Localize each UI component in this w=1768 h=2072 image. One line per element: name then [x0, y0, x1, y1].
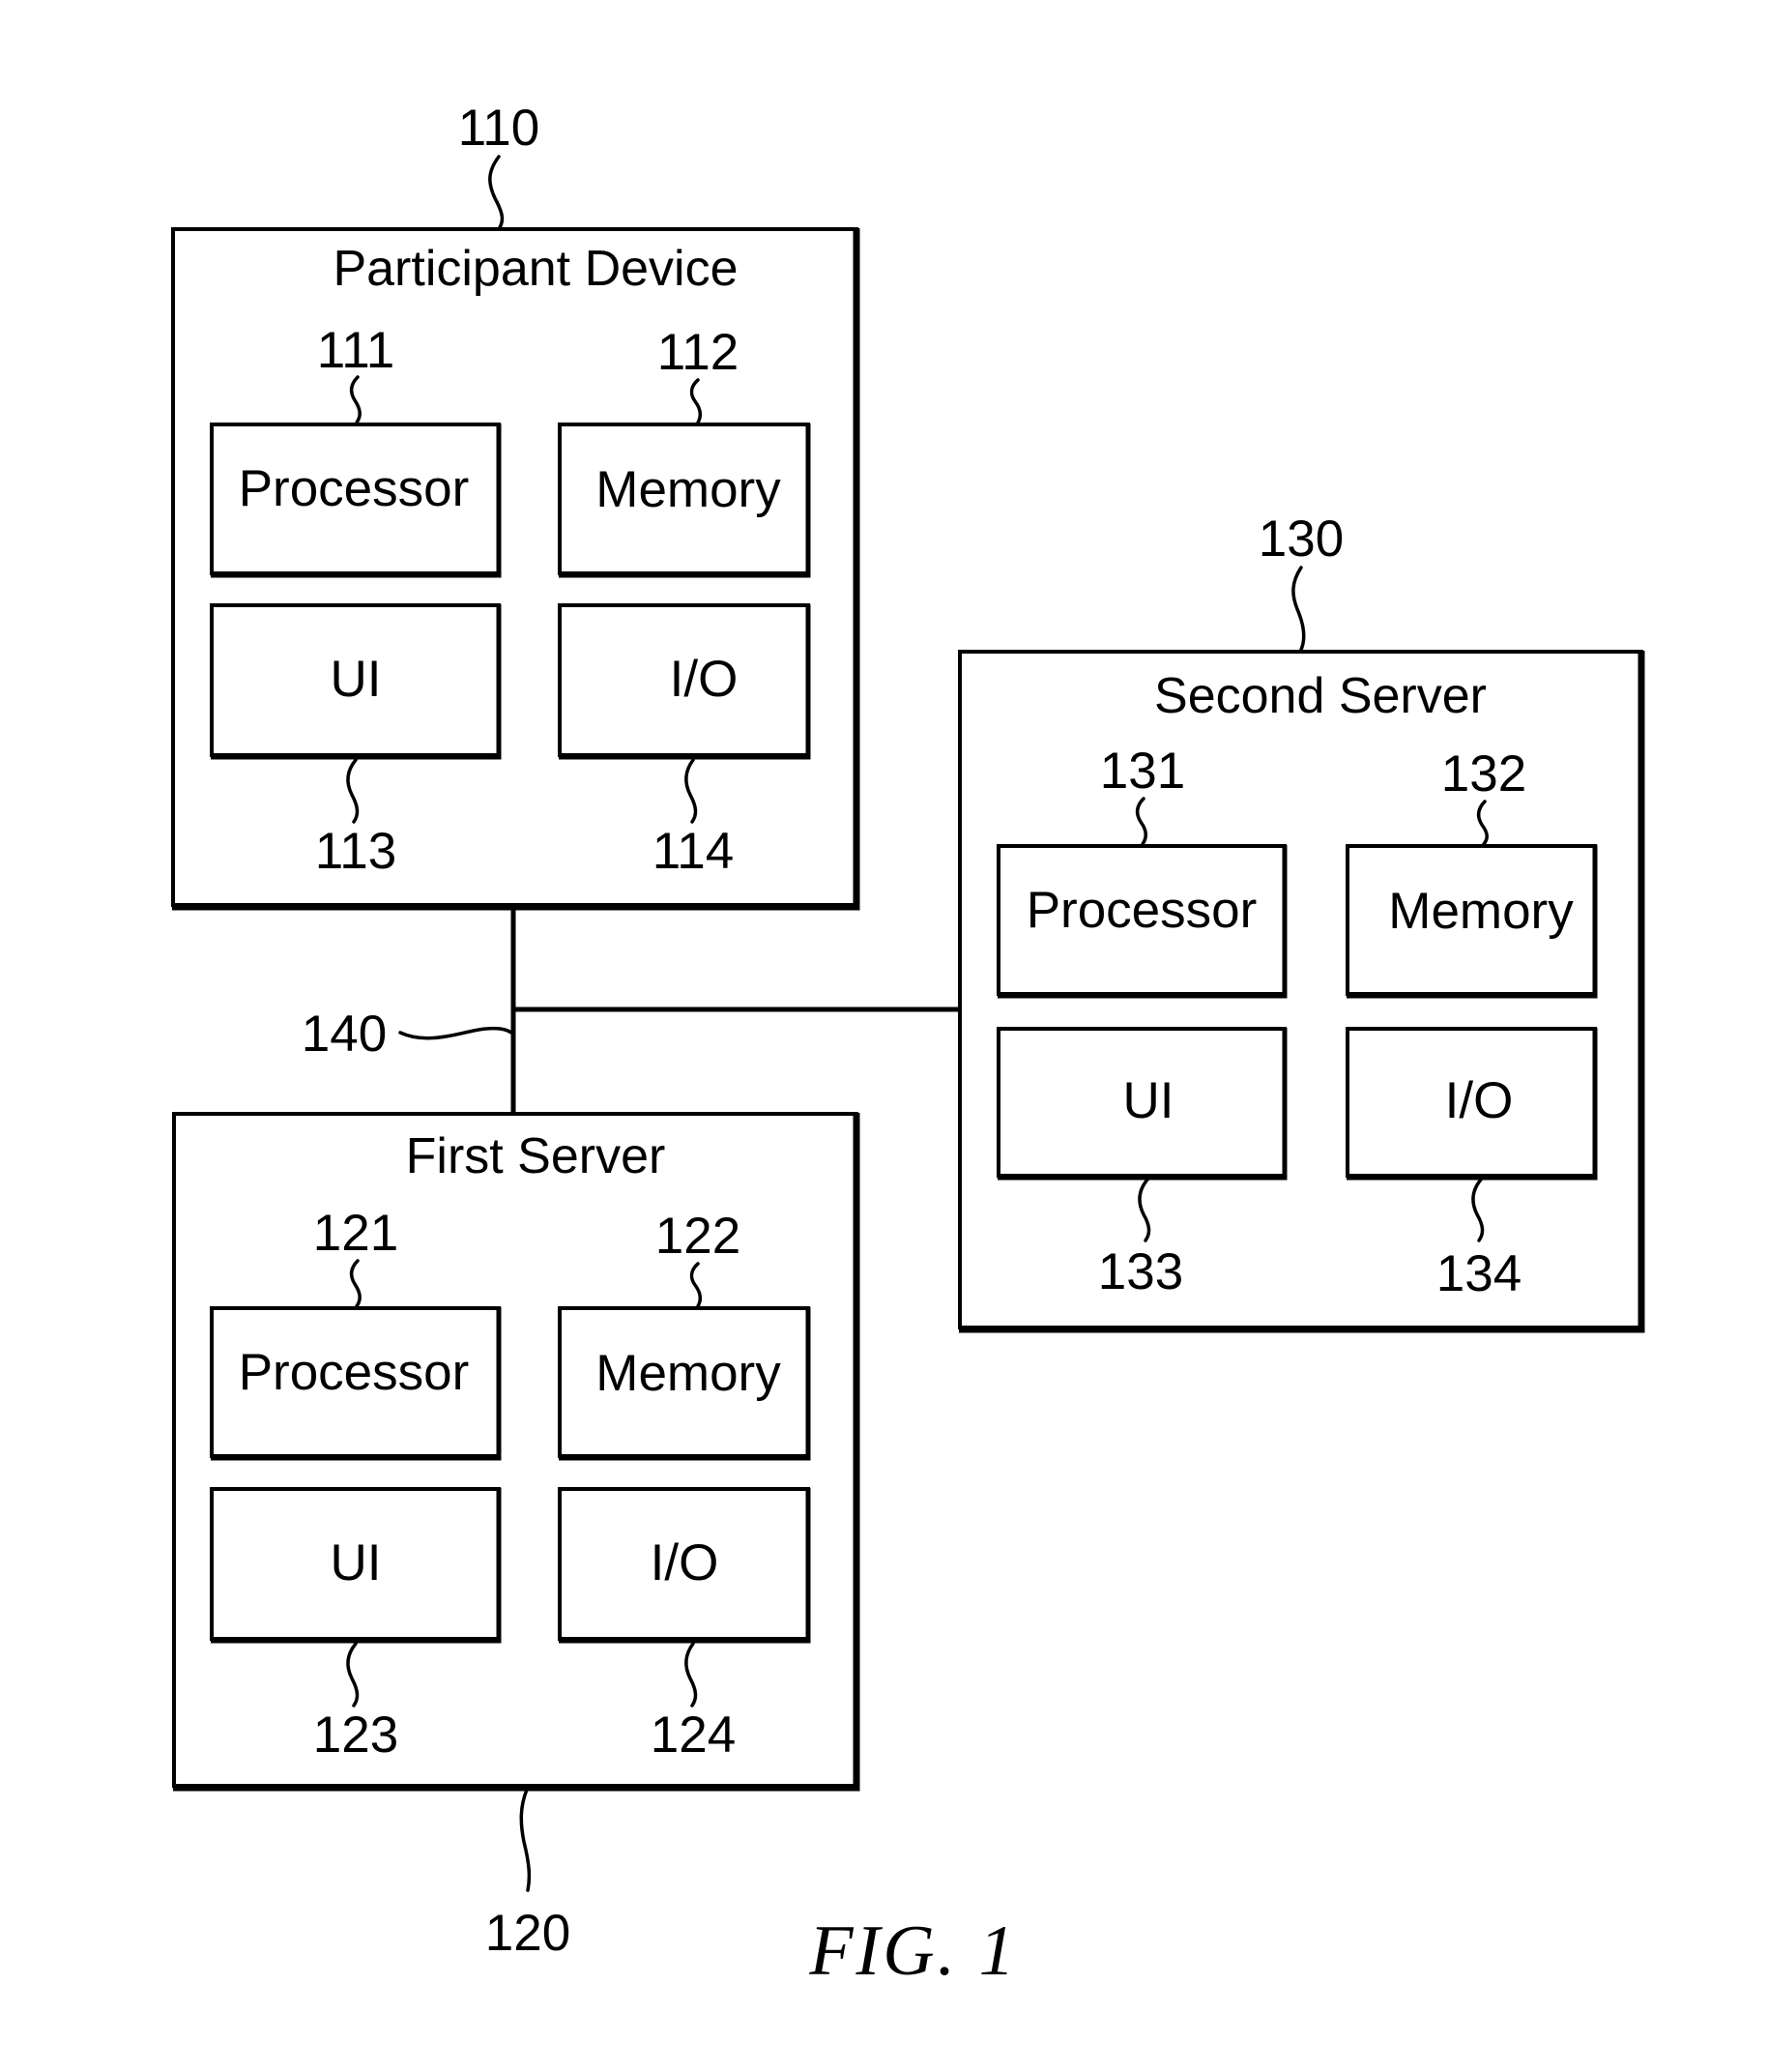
leader-134	[1471, 1178, 1485, 1242]
processor-label: Processor	[239, 1344, 470, 1401]
ref-label-133: 133	[1098, 1243, 1183, 1300]
leader-140	[398, 1026, 513, 1040]
io-label: I/O	[670, 651, 739, 708]
ref-label-130: 130	[1259, 511, 1344, 568]
component-memory-132: Memory	[1346, 844, 1598, 999]
second-server-block: 130 Second Server 131 Processor 132 Memo…	[958, 511, 1645, 1333]
ref-label-122: 122	[655, 1208, 740, 1265]
component-processor-131: Processor	[997, 844, 1288, 999]
leader-111	[349, 375, 362, 424]
io-label: I/O	[651, 1534, 719, 1591]
ref-label-132: 132	[1441, 745, 1526, 803]
component-memory-122: Memory	[558, 1306, 811, 1461]
ref-label-131: 131	[1100, 743, 1185, 800]
component-ui-133: UI	[997, 1027, 1288, 1181]
ref-label-121: 121	[313, 1205, 398, 1262]
system-diagram: 140 110 Participant Device 111 Processor…	[171, 100, 1645, 1991]
second-server-title: Second Server	[1154, 668, 1487, 724]
ui-label: UI	[331, 651, 382, 708]
ref-label-134: 134	[1436, 1245, 1522, 1302]
first-server-block: First Server 121 Processor 122 Memory UI…	[172, 1112, 860, 1962]
component-ui-123: UI	[210, 1487, 502, 1644]
component-ui-113: UI	[210, 603, 502, 760]
first-server-box-shadow	[173, 1113, 860, 1792]
leader-123	[346, 1642, 360, 1707]
ref-label-114: 114	[652, 823, 735, 880]
component-io-114: I/O	[558, 603, 811, 760]
ref-label-112: 112	[657, 324, 739, 381]
memory-label: Memory	[1388, 883, 1574, 940]
ref-label-140: 140	[302, 1006, 387, 1063]
io-label: I/O	[1445, 1072, 1514, 1129]
participant-device-box-shadow	[172, 228, 860, 911]
leader-113	[346, 758, 360, 824]
leader-131	[1135, 797, 1147, 846]
processor-label: Processor	[1027, 882, 1258, 939]
leader-130	[1291, 566, 1306, 652]
leader-124	[684, 1642, 698, 1707]
leader-122	[689, 1262, 703, 1308]
component-processor-121: Processor	[210, 1306, 502, 1461]
ref-label-124: 124	[651, 1707, 736, 1764]
leader-121	[349, 1259, 362, 1308]
first-server-box	[172, 1112, 858, 1788]
network-bus: 140	[302, 907, 958, 1112]
component-processor-111: Processor	[210, 423, 502, 578]
ref-label-123: 123	[313, 1707, 398, 1764]
ref-label-111: 111	[317, 322, 395, 379]
component-io-134: I/O	[1346, 1027, 1598, 1181]
participant-device-box	[171, 227, 858, 907]
participant-device-title: Participant Device	[333, 241, 738, 297]
participant-device-block: 110 Participant Device 111 Processor 112…	[171, 100, 860, 911]
leader-112	[689, 378, 703, 424]
second-server-box-shadow	[959, 651, 1645, 1333]
leader-110	[488, 155, 505, 231]
leader-114	[684, 758, 698, 824]
ref-label-120: 120	[485, 1905, 570, 1962]
ui-label: UI	[1123, 1072, 1174, 1129]
ui-label: UI	[331, 1534, 382, 1591]
component-io-124: I/O	[558, 1487, 811, 1644]
component-memory-112: Memory	[558, 423, 811, 578]
memory-label: Memory	[595, 461, 781, 518]
leader-132	[1476, 800, 1489, 846]
processor-label: Processor	[239, 460, 470, 517]
ref-label-113: 113	[315, 823, 397, 880]
leader-120	[519, 1788, 532, 1892]
second-server-box	[958, 650, 1643, 1329]
ref-label-110: 110	[458, 100, 540, 157]
leader-133	[1138, 1178, 1151, 1242]
memory-label: Memory	[595, 1345, 781, 1402]
figure-caption: FIG. 1	[808, 1911, 1017, 1991]
first-server-title: First Server	[406, 1128, 666, 1184]
